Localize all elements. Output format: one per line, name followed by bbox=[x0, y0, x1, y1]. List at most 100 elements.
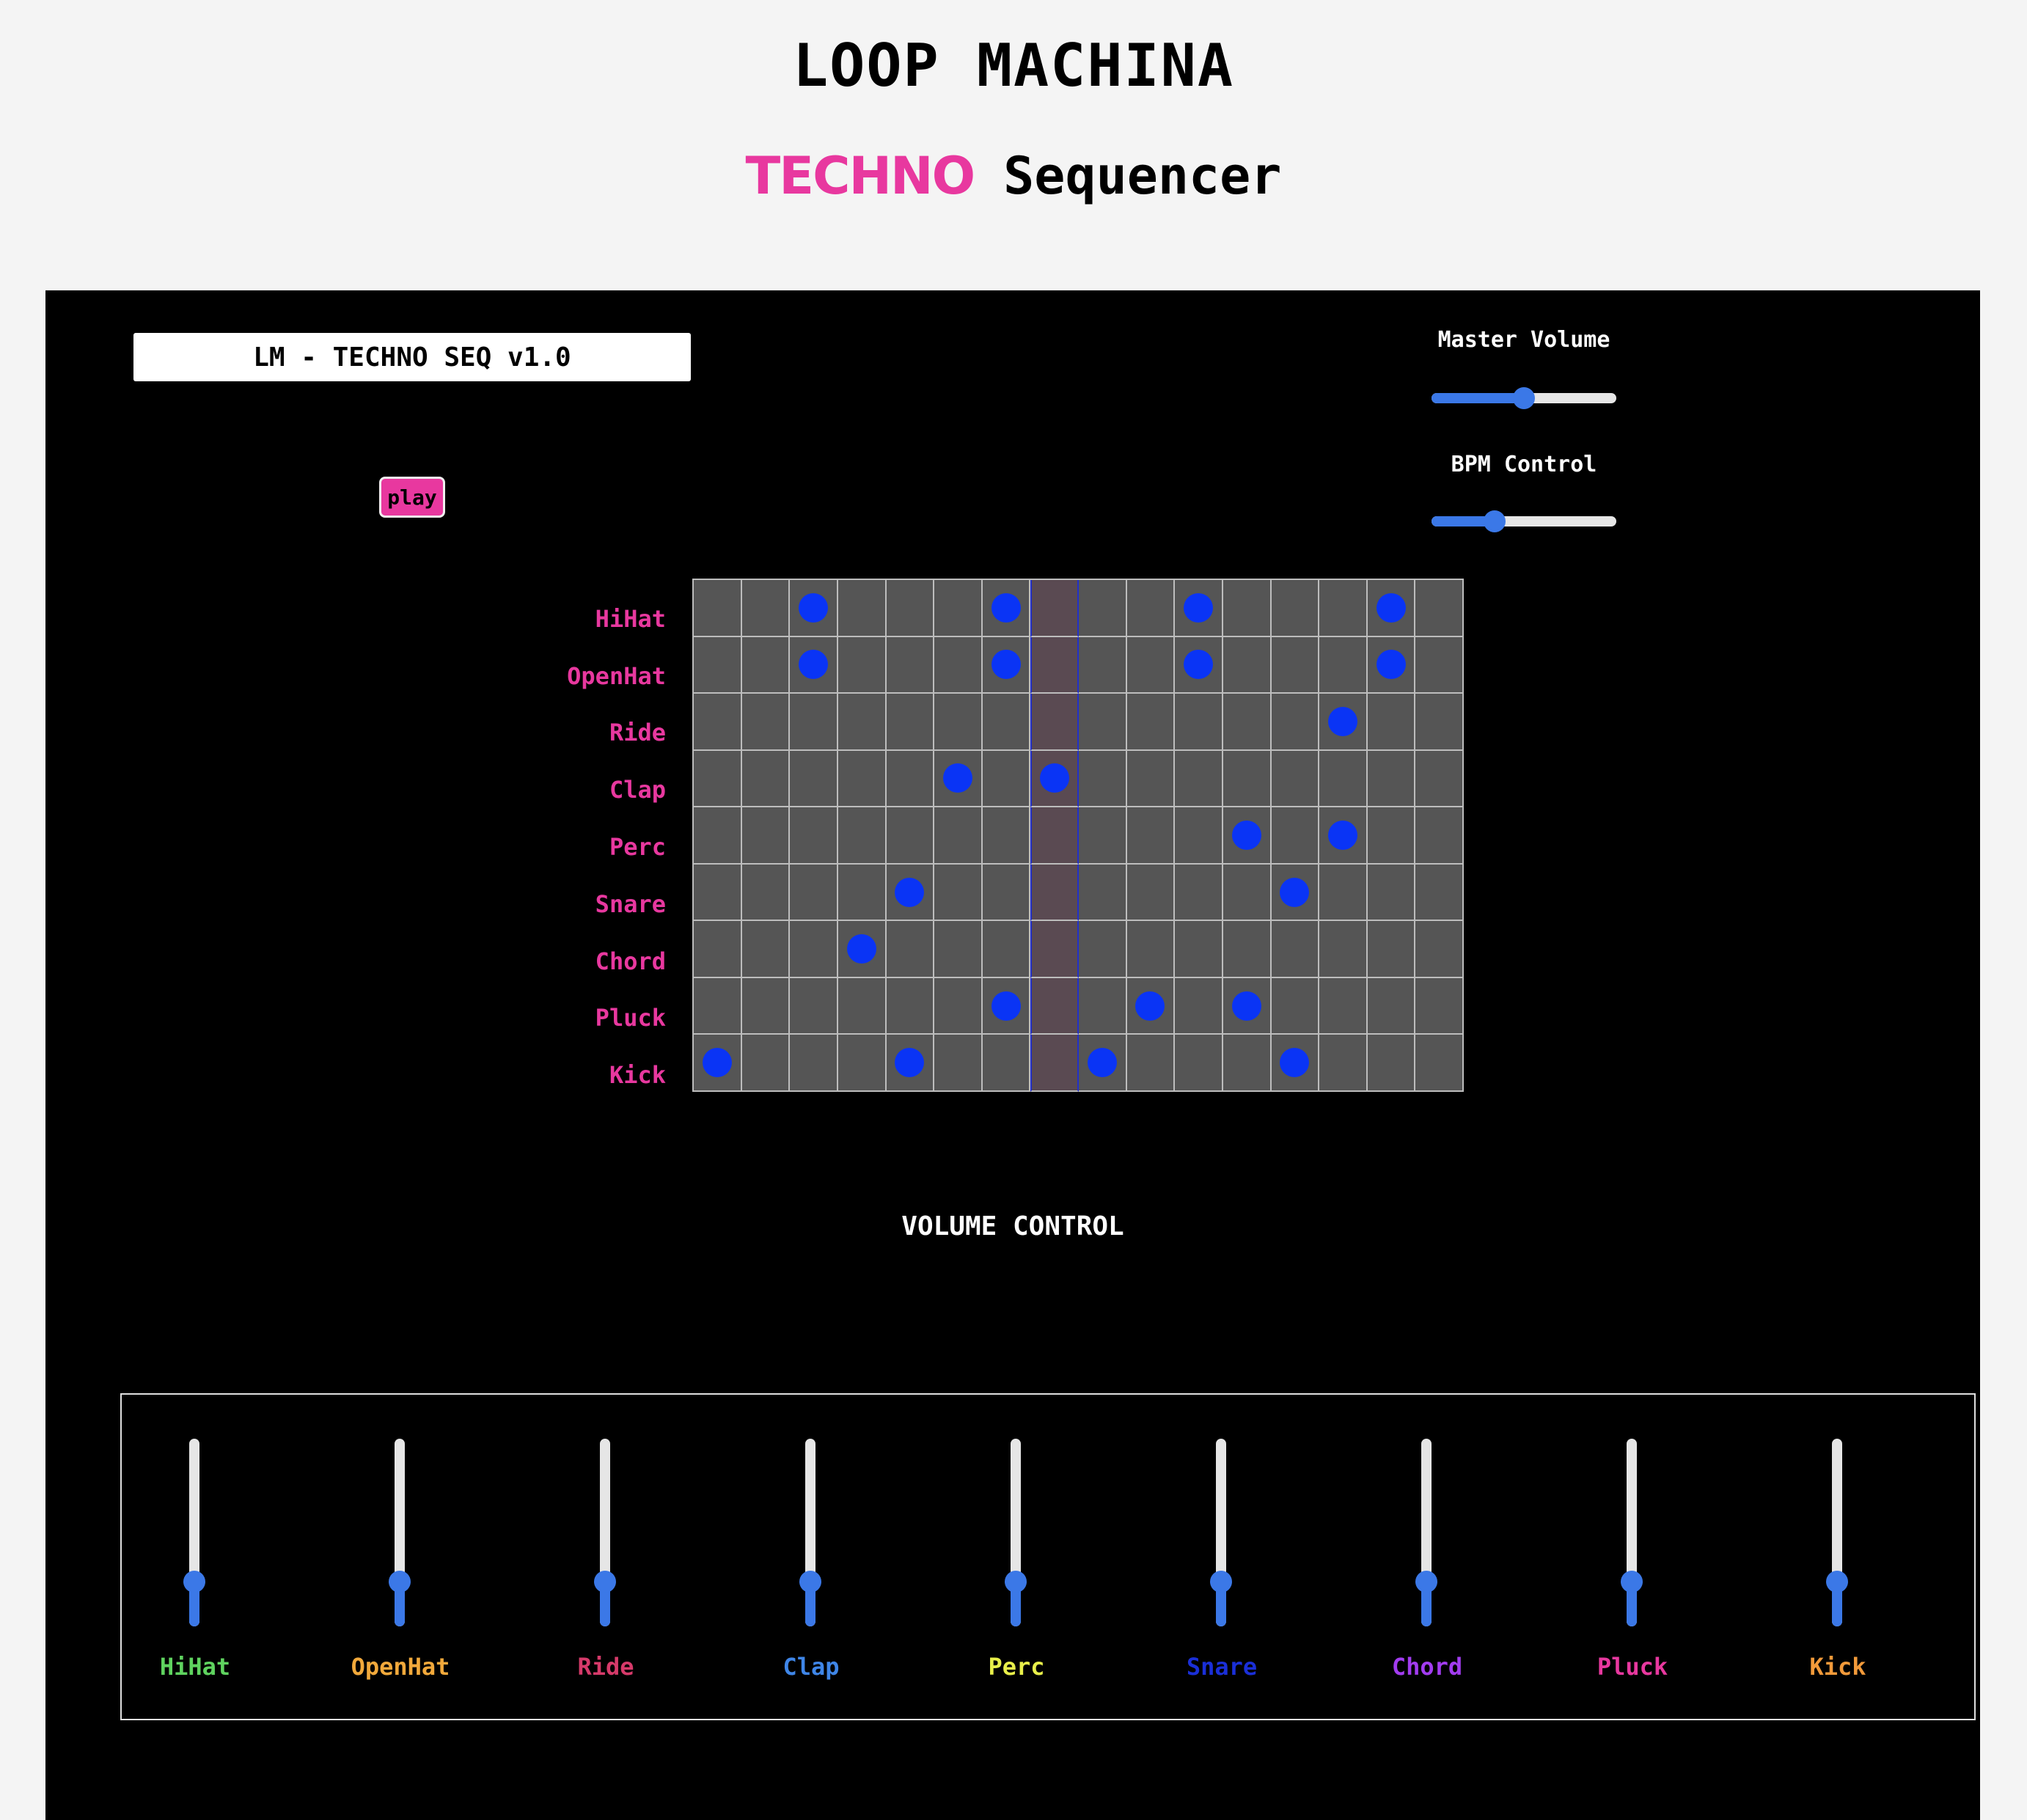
step-cell[interactable] bbox=[982, 694, 1031, 751]
step-cell[interactable] bbox=[1367, 636, 1416, 694]
step-cell[interactable] bbox=[741, 864, 791, 922]
step-cell[interactable] bbox=[694, 864, 742, 922]
step-cell[interactable] bbox=[741, 580, 791, 637]
step-cell[interactable] bbox=[1271, 636, 1320, 694]
step-cell[interactable] bbox=[1415, 580, 1464, 637]
step-cell[interactable] bbox=[934, 1035, 983, 1092]
step-cell[interactable] bbox=[1030, 1035, 1079, 1092]
step-cell[interactable] bbox=[1223, 1035, 1272, 1092]
step-cell[interactable] bbox=[1175, 977, 1223, 1035]
master-volume-slider[interactable] bbox=[1432, 387, 1616, 409]
step-cell[interactable] bbox=[837, 864, 887, 922]
step-cell[interactable] bbox=[1223, 921, 1272, 978]
step-cell[interactable] bbox=[1030, 807, 1079, 865]
channel-volume-slider[interactable] bbox=[183, 1439, 205, 1626]
step-cell[interactable] bbox=[1271, 807, 1320, 865]
step-cell[interactable] bbox=[1079, 921, 1127, 978]
step-cell[interactable] bbox=[1030, 580, 1079, 637]
step-cell[interactable] bbox=[741, 807, 791, 865]
step-cell[interactable] bbox=[934, 977, 983, 1035]
step-cell[interactable] bbox=[1175, 864, 1223, 922]
step-cell[interactable] bbox=[1367, 977, 1416, 1035]
step-cell[interactable] bbox=[1030, 921, 1079, 978]
channel-volume-slider[interactable] bbox=[594, 1439, 616, 1626]
step-cell[interactable] bbox=[1079, 580, 1127, 637]
step-cell[interactable] bbox=[694, 807, 742, 865]
step-cell[interactable] bbox=[1079, 977, 1127, 1035]
channel-volume-thumb[interactable] bbox=[1826, 1570, 1848, 1593]
step-cell[interactable] bbox=[694, 921, 742, 978]
channel-volume-slider[interactable] bbox=[1621, 1439, 1643, 1626]
step-cell[interactable] bbox=[741, 977, 791, 1035]
step-cell[interactable] bbox=[790, 636, 838, 694]
step-cell[interactable] bbox=[790, 807, 838, 865]
step-cell[interactable] bbox=[934, 580, 983, 637]
step-cell[interactable] bbox=[1175, 750, 1223, 808]
step-cell[interactable] bbox=[1079, 750, 1127, 808]
step-cell[interactable] bbox=[934, 750, 983, 808]
step-cell[interactable] bbox=[1367, 807, 1416, 865]
step-cell[interactable] bbox=[982, 580, 1031, 637]
step-cell[interactable] bbox=[1079, 1035, 1127, 1092]
step-cell[interactable] bbox=[1030, 636, 1079, 694]
step-cell[interactable] bbox=[1030, 750, 1079, 808]
step-cell[interactable] bbox=[934, 694, 983, 751]
channel-volume-thumb[interactable] bbox=[799, 1570, 821, 1593]
step-cell[interactable] bbox=[1415, 1035, 1464, 1092]
step-cell[interactable] bbox=[1319, 807, 1368, 865]
step-cell[interactable] bbox=[982, 977, 1031, 1035]
step-cell[interactable] bbox=[982, 636, 1031, 694]
step-cell[interactable] bbox=[1319, 977, 1368, 1035]
step-cell[interactable] bbox=[886, 921, 935, 978]
step-cell[interactable] bbox=[1175, 636, 1223, 694]
step-cell[interactable] bbox=[886, 807, 935, 865]
step-cell[interactable] bbox=[837, 750, 887, 808]
step-cell[interactable] bbox=[837, 977, 887, 1035]
step-cell[interactable] bbox=[694, 977, 742, 1035]
channel-volume-slider[interactable] bbox=[389, 1439, 411, 1626]
step-cell[interactable] bbox=[837, 580, 887, 637]
step-cell[interactable] bbox=[1223, 750, 1272, 808]
step-cell[interactable] bbox=[1319, 864, 1368, 922]
step-cell[interactable] bbox=[837, 807, 887, 865]
step-cell[interactable] bbox=[790, 694, 838, 751]
step-cell[interactable] bbox=[1079, 694, 1127, 751]
step-cell[interactable] bbox=[886, 977, 935, 1035]
step-cell[interactable] bbox=[1319, 750, 1368, 808]
step-cell[interactable] bbox=[1271, 864, 1320, 922]
step-cell[interactable] bbox=[741, 750, 791, 808]
bpm-thumb[interactable] bbox=[1483, 510, 1506, 532]
step-cell[interactable] bbox=[1319, 1035, 1368, 1092]
step-cell[interactable] bbox=[1079, 807, 1127, 865]
step-cell[interactable] bbox=[1223, 807, 1272, 865]
step-cell[interactable] bbox=[790, 750, 838, 808]
step-cell[interactable] bbox=[1126, 750, 1176, 808]
step-cell[interactable] bbox=[1415, 750, 1464, 808]
step-cell[interactable] bbox=[1271, 750, 1320, 808]
channel-volume-thumb[interactable] bbox=[1415, 1570, 1437, 1593]
step-cell[interactable] bbox=[1223, 580, 1272, 637]
step-cell[interactable] bbox=[1271, 580, 1320, 637]
step-cell[interactable] bbox=[1367, 864, 1416, 922]
step-cell[interactable] bbox=[741, 921, 791, 978]
step-cell[interactable] bbox=[790, 921, 838, 978]
step-cell[interactable] bbox=[1367, 1035, 1416, 1092]
step-cell[interactable] bbox=[934, 921, 983, 978]
step-cell[interactable] bbox=[1367, 580, 1416, 637]
step-cell[interactable] bbox=[1271, 694, 1320, 751]
channel-volume-slider[interactable] bbox=[1826, 1439, 1848, 1626]
step-cell[interactable] bbox=[694, 1035, 742, 1092]
step-cell[interactable] bbox=[1367, 750, 1416, 808]
step-cell[interactable] bbox=[886, 636, 935, 694]
step-cell[interactable] bbox=[1126, 1035, 1176, 1092]
step-cell[interactable] bbox=[1223, 864, 1272, 922]
step-cell[interactable] bbox=[1367, 694, 1416, 751]
step-cell[interactable] bbox=[982, 807, 1031, 865]
step-cell[interactable] bbox=[1415, 864, 1464, 922]
step-cell[interactable] bbox=[1126, 977, 1176, 1035]
step-cell[interactable] bbox=[790, 580, 838, 637]
step-cell[interactable] bbox=[1175, 807, 1223, 865]
step-cell[interactable] bbox=[1126, 636, 1176, 694]
step-cell[interactable] bbox=[694, 694, 742, 751]
step-cell[interactable] bbox=[982, 864, 1031, 922]
